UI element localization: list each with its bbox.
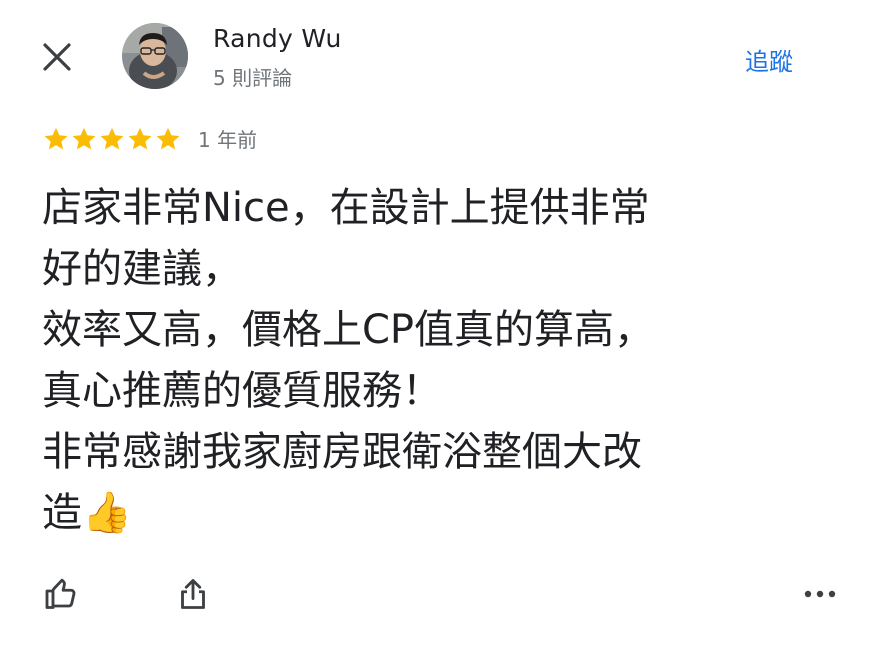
review-line: 好的建議， [42,246,242,292]
review-text: 店家非常Nice，在設計上提供非常 好的建議， 效率又高，價格上CP值真的算高，… [42,178,812,544]
thumbs-up-icon [45,578,76,609]
reviewer-name[interactable]: Randy Wu [213,24,342,53]
avatar[interactable] [122,23,188,89]
review-detail-page: Randy Wu 5 則評論 追蹤 1 年前 店家非常Nice，在設計上提供非常… [0,0,869,648]
star-icon [156,127,180,149]
avatar-photo [122,23,188,89]
star-icon [100,127,124,149]
review-line: 店家非常Nice，在設計上提供非常 [42,185,650,231]
more-horiz-icon [804,590,836,598]
review-line: 非常感謝我家廚房跟衛浴整個大改 [42,429,642,475]
share-icon [181,579,205,609]
more-options-button[interactable] [798,572,842,616]
star-icon [44,127,68,149]
like-button[interactable] [40,572,84,616]
rating-row: 1 年前 [42,124,257,153]
review-time: 1 年前 [198,128,258,152]
share-button[interactable] [171,572,215,616]
close-button[interactable] [36,36,78,78]
review-line: 效率又高，價格上CP值真的算高， [42,307,655,353]
close-icon [43,43,71,71]
review-line: 真心推薦的優質服務！ [42,368,442,414]
follow-button[interactable]: 追蹤 [745,42,793,77]
review-line: 造👍 [42,490,132,536]
reviewer-review-count: 5 則評論 [213,66,293,90]
star-icon [72,127,96,149]
star-rating [42,125,182,153]
star-icon [128,127,152,149]
